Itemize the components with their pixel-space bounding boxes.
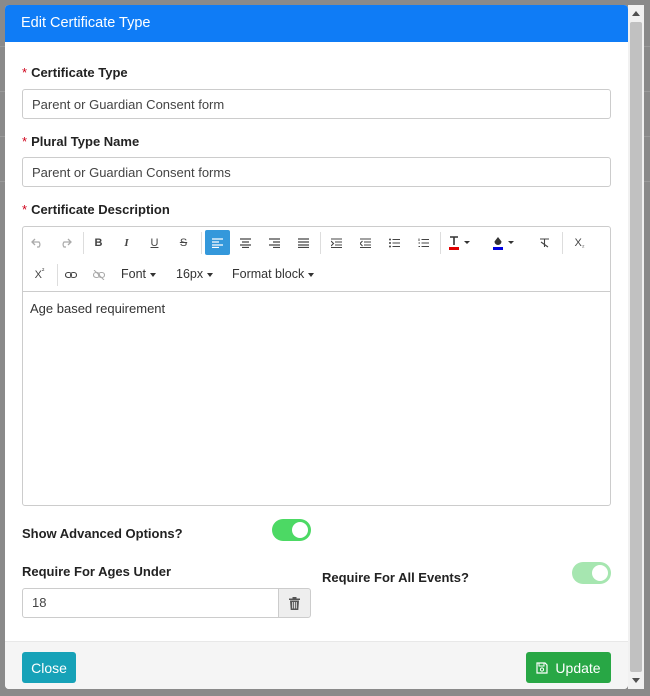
close-button[interactable]: Close [22,652,76,683]
align-justify-icon[interactable] [291,230,316,255]
certificate-type-input[interactable] [22,89,611,119]
plural-type-name-label: * Plural Type Name [22,134,140,149]
outdent-icon[interactable] [353,230,378,255]
indent-icon[interactable] [324,230,349,255]
save-icon [536,661,549,674]
modal-title: Edit Certificate Type [21,15,151,31]
modal-body: *Certificate Type *Plural Type Name *Cer… [5,42,628,641]
superscript-icon[interactable]: X² [27,262,52,287]
align-right-icon[interactable] [262,230,287,255]
require-ages-under-input[interactable]: 18 [22,588,279,618]
update-button[interactable]: Update [526,652,611,683]
numbered-list-icon[interactable] [411,230,436,255]
redo-icon[interactable] [53,230,78,255]
scroll-thumb[interactable] [630,22,642,672]
required-marker: * [22,202,28,217]
editor-content-area[interactable]: Age based requirement [23,292,610,325]
unlink-icon[interactable] [86,262,111,287]
text-color-icon[interactable] [446,230,476,255]
format-block-dropdown[interactable]: Format block [232,262,315,287]
highlight-color-icon[interactable] [490,230,520,255]
font-size-dropdown[interactable]: 16px [176,262,214,287]
font-family-dropdown[interactable]: Font [121,262,157,287]
modal-header: Edit Certificate Type [5,5,628,42]
scroll-down-arrow-icon[interactable] [632,678,640,683]
plural-type-name-input[interactable] [22,157,611,187]
italic-icon[interactable]: I [114,230,139,255]
advanced-options-toggle[interactable] [272,519,311,541]
certificate-type-label: * Certificate Type [22,65,128,80]
clear-formatting-icon[interactable] [532,230,557,255]
show-advanced-options-label: Show Advanced Options? [22,526,183,541]
scroll-up-arrow-icon[interactable] [632,11,640,16]
bold-icon[interactable]: B [86,230,111,255]
align-left-icon[interactable] [205,230,230,255]
modal-footer: Close Update [5,641,628,689]
bullet-list-icon[interactable] [382,230,407,255]
toggle-knob [592,565,608,581]
require-all-events-toggle[interactable] [572,562,611,584]
toggle-knob [292,522,308,538]
require-ages-under-label: Require For Ages Under [22,564,172,579]
scrollbar[interactable] [628,5,644,689]
require-all-events-label: Require For All Events? [322,570,469,585]
edit-certificate-modal: Edit Certificate Type * Certificate Type … [5,5,628,689]
required-marker: * [22,134,28,149]
underline-icon[interactable]: U [142,230,167,255]
strikethrough-icon[interactable]: S [171,230,196,255]
link-icon[interactable] [58,262,83,287]
certificate-description-label: * Certificate Description [22,202,170,217]
editor-toolbar: B I U S X ₂ X ² Font 16px Format block [23,227,610,292]
subscript-icon[interactable]: X₂ [567,230,592,255]
align-center-icon[interactable] [233,230,258,255]
undo-icon[interactable] [25,230,50,255]
rich-text-editor: B I U S X ₂ X ² Font 16px Format block A… [22,226,611,506]
description-text: Age based requirement [30,301,166,316]
age-input-group: 18 [22,588,311,618]
required-marker: * [22,65,28,80]
trash-icon[interactable] [278,588,311,618]
